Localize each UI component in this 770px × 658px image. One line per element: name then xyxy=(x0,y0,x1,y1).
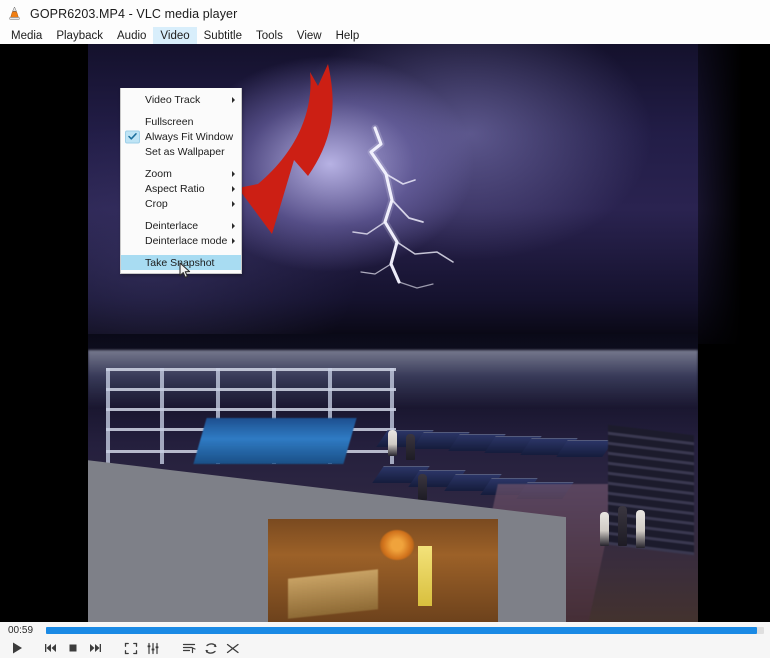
swimming-pool xyxy=(193,418,357,464)
menu-playback[interactable]: Playback xyxy=(49,27,110,44)
vlc-cone-icon xyxy=(6,5,23,22)
chevron-right-icon xyxy=(232,200,235,207)
chevron-right-icon xyxy=(232,185,235,192)
play-button[interactable] xyxy=(4,639,30,657)
menu-item-fullscreen[interactable]: Fullscreen xyxy=(121,114,241,129)
menu-item-always-fit-window[interactable]: Always Fit Window xyxy=(121,129,241,144)
menu-item-label: Crop xyxy=(145,197,168,210)
chevron-right-icon xyxy=(232,170,235,177)
extended-settings-button[interactable] xyxy=(142,639,164,657)
yellow-sign xyxy=(418,546,432,606)
menu-item-set-as-wallpaper[interactable]: Set as Wallpaper xyxy=(121,144,241,159)
playback-buttons xyxy=(0,638,770,658)
menu-item-deinterlace-mode[interactable]: Deinterlace mode xyxy=(121,233,241,248)
menu-item-label: Zoom xyxy=(145,167,172,180)
menu-tools[interactable]: Tools xyxy=(249,27,290,44)
video-display[interactable]: Video Track Fullscreen Always Fit Window… xyxy=(0,44,770,622)
control-bar: 00:59 xyxy=(0,622,770,658)
seek-row: 00:59 xyxy=(0,622,770,638)
chevron-right-icon xyxy=(232,237,235,244)
menu-audio[interactable]: Audio xyxy=(110,27,153,44)
menu-item-label: Always Fit Window xyxy=(145,130,234,143)
letterbox-left xyxy=(0,44,88,344)
menu-item-video-track[interactable]: Video Track xyxy=(121,92,241,107)
menu-item-take-snapshot[interactable]: Take Snapshot xyxy=(121,255,241,278)
menu-separator xyxy=(121,159,241,166)
checkmark-icon xyxy=(125,130,140,143)
ship-deck-scene xyxy=(88,334,698,622)
menu-item-label: Video Track xyxy=(145,93,201,106)
menu-item-crop[interactable]: Crop xyxy=(121,196,241,211)
menu-item-label: Set as Wallpaper xyxy=(145,145,225,158)
video-dropdown-menu[interactable]: Video Track Fullscreen Always Fit Window… xyxy=(120,88,242,278)
menu-item-label: Deinterlace mode xyxy=(145,234,228,247)
seek-bar-fill xyxy=(46,626,757,634)
menu-video[interactable]: Video xyxy=(153,27,197,44)
vlc-media-player-window: GOPR6203.MP4 - VLC media player Media Pl… xyxy=(0,0,770,658)
menu-separator xyxy=(121,211,241,218)
menu-separator xyxy=(121,107,241,114)
letterbox-right xyxy=(698,44,770,344)
menu-item-label: Fullscreen xyxy=(145,115,194,128)
menu-media[interactable]: Media xyxy=(4,27,49,44)
playlist-button[interactable] xyxy=(178,639,200,657)
chevron-right-icon xyxy=(232,222,235,229)
shuffle-button[interactable] xyxy=(222,639,244,657)
elapsed-time-label: 00:59 xyxy=(8,624,34,636)
seek-bar[interactable] xyxy=(46,626,764,634)
title-bar: GOPR6203.MP4 - VLC media player xyxy=(0,0,770,27)
previous-button[interactable] xyxy=(40,639,62,657)
menu-subtitle[interactable]: Subtitle xyxy=(197,27,249,44)
menu-item-label: Deinterlace xyxy=(145,219,199,232)
stop-button[interactable] xyxy=(62,639,84,657)
window-title: GOPR6203.MP4 - VLC media player xyxy=(30,6,238,21)
lightning-bolt xyxy=(345,122,515,302)
life-ring xyxy=(380,530,414,560)
menu-item-label: Aspect Ratio xyxy=(145,182,205,195)
menu-view[interactable]: View xyxy=(290,27,329,44)
chevron-right-icon xyxy=(232,96,235,103)
menu-item-deinterlace[interactable]: Deinterlace xyxy=(121,218,241,233)
menu-separator xyxy=(121,248,241,255)
fullscreen-button[interactable] xyxy=(120,639,142,657)
menu-bar: Media Playback Audio Video Subtitle Tool… xyxy=(0,27,770,44)
menu-item-aspect-ratio[interactable]: Aspect Ratio xyxy=(121,181,241,196)
next-button[interactable] xyxy=(84,639,106,657)
mouse-cursor-icon xyxy=(179,262,192,280)
menu-help[interactable]: Help xyxy=(329,27,367,44)
menu-item-zoom[interactable]: Zoom xyxy=(121,166,241,181)
loop-button[interactable] xyxy=(200,639,222,657)
